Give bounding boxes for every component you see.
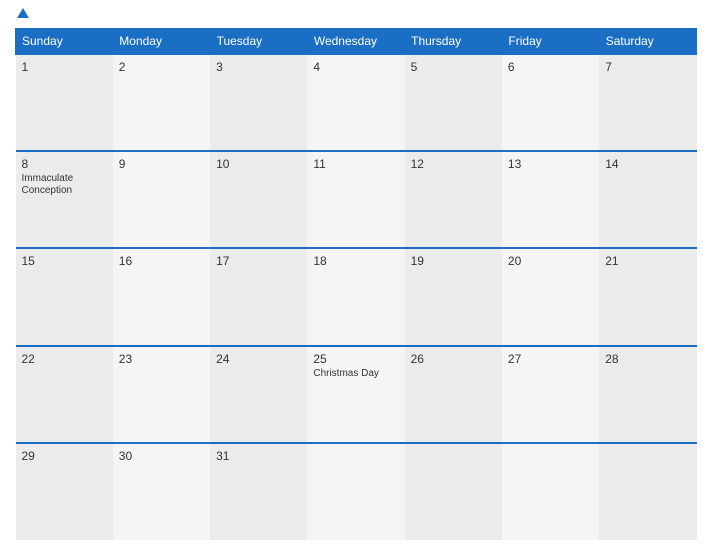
calendar-day-cell: 21 [599,248,696,345]
weekday-header-tuesday: Tuesday [210,29,307,55]
calendar-day-cell: 16 [113,248,210,345]
day-number: 6 [508,60,593,74]
calendar-week-row: 15 16 17 18 19 20 21 [16,248,697,345]
holiday-label: Christmas Day [313,368,398,380]
weekday-header-thursday: Thursday [405,29,502,55]
day-number: 27 [508,352,593,366]
calendar-week-row: 8 Immaculate Conception 9 10 11 12 13 14 [16,151,697,248]
calendar-day-cell: 20 [502,248,599,345]
calendar-day-cell: 23 [113,346,210,443]
weekday-header-sunday: Sunday [16,29,113,55]
weekday-header-monday: Monday [113,29,210,55]
day-number: 15 [22,254,107,268]
weekday-header-saturday: Saturday [599,29,696,55]
day-number: 8 [22,157,107,171]
calendar-day-cell: 22 [16,346,113,443]
calendar-day-cell: 10 [210,151,307,248]
day-number: 22 [22,352,107,366]
calendar-day-cell: 24 [210,346,307,443]
day-number: 11 [313,157,398,171]
calendar-header [15,10,697,20]
day-number: 10 [216,157,301,171]
calendar-day-cell: 12 [405,151,502,248]
calendar-day-cell: 1 [16,54,113,151]
calendar-day-cell: 30 [113,443,210,540]
day-number: 7 [605,60,690,74]
calendar-day-cell: 26 [405,346,502,443]
day-number: 4 [313,60,398,74]
logo [15,10,29,20]
calendar-day-cell: 6 [502,54,599,151]
weekday-header-wednesday: Wednesday [307,29,404,55]
day-number: 19 [411,254,496,268]
calendar-wrapper: SundayMondayTuesdayWednesdayThursdayFrid… [0,0,712,550]
calendar-day-cell [307,443,404,540]
day-number: 3 [216,60,301,74]
day-number: 16 [119,254,204,268]
calendar-day-cell: 3 [210,54,307,151]
day-number: 25 [313,352,398,366]
day-number: 24 [216,352,301,366]
calendar-day-cell: 11 [307,151,404,248]
calendar-day-cell [599,443,696,540]
calendar-week-row: 1234567 [16,54,697,151]
calendar-day-cell: 4 [307,54,404,151]
calendar-day-cell: 15 [16,248,113,345]
calendar-week-row: 29 30 31 [16,443,697,540]
day-number: 18 [313,254,398,268]
day-number: 17 [216,254,301,268]
calendar-table: SundayMondayTuesdayWednesdayThursdayFrid… [15,28,697,540]
day-number: 9 [119,157,204,171]
calendar-day-cell: 13 [502,151,599,248]
calendar-day-cell: 17 [210,248,307,345]
day-number: 23 [119,352,204,366]
calendar-day-cell: 28 [599,346,696,443]
calendar-day-cell [502,443,599,540]
day-number: 20 [508,254,593,268]
calendar-day-cell: 29 [16,443,113,540]
weekday-header-friday: Friday [502,29,599,55]
day-number: 2 [119,60,204,74]
day-number: 26 [411,352,496,366]
calendar-day-cell: 9 [113,151,210,248]
day-number: 13 [508,157,593,171]
calendar-day-cell: 18 [307,248,404,345]
calendar-day-cell: 2 [113,54,210,151]
calendar-day-cell: 25 Christmas Day [307,346,404,443]
calendar-day-cell: 8 Immaculate Conception [16,151,113,248]
day-number: 28 [605,352,690,366]
calendar-day-cell: 7 [599,54,696,151]
day-number: 29 [22,449,107,463]
calendar-day-cell: 5 [405,54,502,151]
day-number: 21 [605,254,690,268]
calendar-week-row: 22 23 24 25 Christmas Day 26 27 28 [16,346,697,443]
calendar-day-cell: 14 [599,151,696,248]
day-number: 31 [216,449,301,463]
calendar-day-cell: 27 [502,346,599,443]
holiday-label: Immaculate Conception [22,173,107,197]
calendar-day-cell: 19 [405,248,502,345]
weekday-header-row: SundayMondayTuesdayWednesdayThursdayFrid… [16,29,697,55]
logo-triangle-icon [17,8,29,18]
calendar-day-cell: 31 [210,443,307,540]
day-number: 12 [411,157,496,171]
day-number: 30 [119,449,204,463]
calendar-day-cell [405,443,502,540]
day-number: 1 [22,60,107,74]
day-number: 14 [605,157,690,171]
day-number: 5 [411,60,496,74]
